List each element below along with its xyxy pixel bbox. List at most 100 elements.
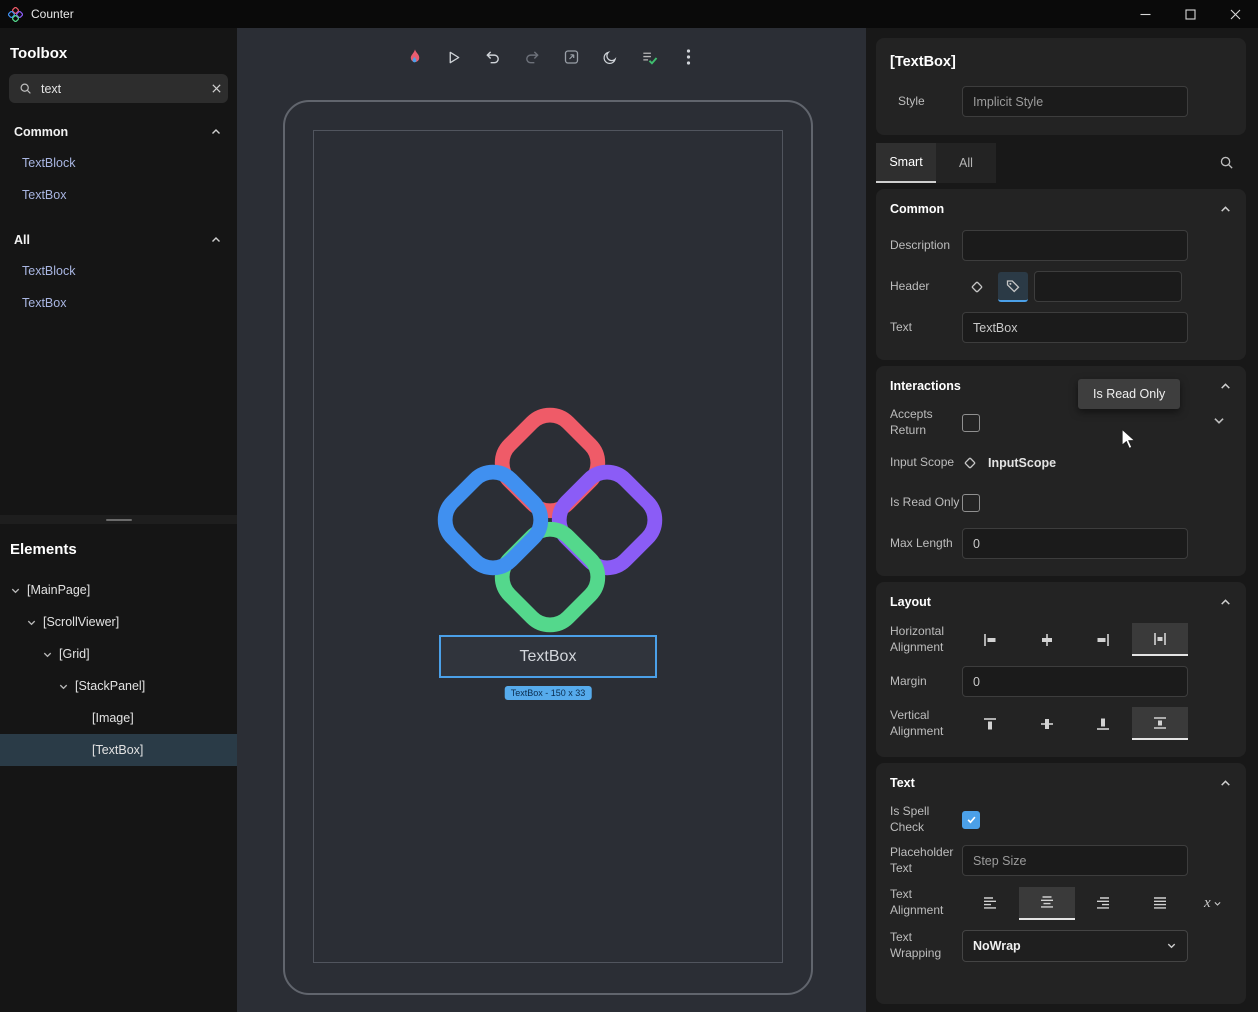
h-align-right-button[interactable] xyxy=(1075,623,1132,656)
tree-item-grid[interactable]: [Grid] xyxy=(0,638,237,670)
minimize-button[interactable] xyxy=(1123,0,1168,28)
maximize-button[interactable] xyxy=(1168,0,1213,28)
margin-label: Margin xyxy=(890,674,962,690)
search-icon xyxy=(19,82,32,95)
text-alignment-label: Text Alignment xyxy=(890,887,962,918)
inspector-tabs: Smart All xyxy=(876,143,1246,183)
margin-input[interactable] xyxy=(962,666,1188,697)
hot-reload-status-icon[interactable] xyxy=(636,44,662,70)
v-align-bottom-button[interactable] xyxy=(1075,707,1132,740)
design-canvas[interactable]: TextBox TextBox - 150 x 33 xyxy=(237,28,866,1012)
toolbox-search-input[interactable] xyxy=(41,82,202,96)
canvas-textbox-element[interactable]: TextBox xyxy=(439,635,657,678)
text-wrapping-value: NoWrap xyxy=(973,939,1021,953)
text-wrapping-dropdown[interactable]: NoWrap xyxy=(962,930,1188,962)
binding-diamond-icon[interactable] xyxy=(962,455,978,471)
text-align-left-button[interactable] xyxy=(962,887,1019,920)
elements-panel: Elements [MainPage] [ScrollViewer] [Grid… xyxy=(0,524,237,766)
is-read-only-tooltip-button[interactable]: Is Read Only xyxy=(1078,379,1180,409)
inspect-element-icon[interactable] xyxy=(558,44,584,70)
tree-item-mainpage[interactable]: [MainPage] xyxy=(0,574,237,606)
chevron-down-icon[interactable] xyxy=(10,585,21,596)
text-align-center-button[interactable] xyxy=(1019,887,1076,920)
inspector-header-card: [TextBox] Style xyxy=(876,38,1246,135)
clear-search-icon[interactable] xyxy=(211,83,222,94)
section-interactions-title: Interactions xyxy=(890,379,961,393)
text-input[interactable] xyxy=(962,312,1188,343)
toolbox-section-common[interactable]: Common xyxy=(0,117,237,147)
chevron-down-icon[interactable] xyxy=(42,649,53,660)
section-text: Text Is Spell Check Placeholder Text Tex… xyxy=(876,763,1246,1004)
canvas-toolbar xyxy=(402,44,701,70)
description-label: Description xyxy=(890,238,962,254)
accepts-return-checkbox[interactable] xyxy=(962,414,980,432)
tab-all[interactable]: All xyxy=(936,143,996,183)
description-input[interactable] xyxy=(962,230,1188,261)
row-expander-chevron-down-icon[interactable] xyxy=(1212,414,1226,428)
is-read-only-checkbox[interactable] xyxy=(962,494,980,512)
toolbox-item-textblock[interactable]: TextBlock xyxy=(0,255,237,287)
placeholder-text-label: Placeholder Text xyxy=(890,845,962,876)
app-logo-image xyxy=(432,400,668,640)
chevron-up-icon[interactable] xyxy=(210,234,222,246)
window-title: Counter xyxy=(31,7,74,21)
toolbox-item-textbox[interactable]: TextBox xyxy=(0,287,237,319)
h-align-center-button[interactable] xyxy=(1019,623,1076,656)
tag-icon[interactable] xyxy=(998,272,1028,302)
v-align-top-button[interactable] xyxy=(962,707,1019,740)
more-options-icon[interactable] xyxy=(675,44,701,70)
text-align-right-button[interactable] xyxy=(1075,887,1132,920)
vertical-alignment-group xyxy=(962,707,1188,740)
placeholder-text-input[interactable] xyxy=(962,845,1188,876)
text-align-justify-button[interactable] xyxy=(1132,887,1189,920)
v-align-stretch-button[interactable] xyxy=(1132,707,1189,740)
chevron-down-icon[interactable] xyxy=(58,681,69,692)
tree-item-scrollviewer[interactable]: [ScrollViewer] xyxy=(0,606,237,638)
h-align-left-button[interactable] xyxy=(962,623,1019,656)
chevron-up-icon[interactable] xyxy=(1219,777,1232,790)
close-button[interactable] xyxy=(1213,0,1258,28)
section-common: Common Description Header xyxy=(876,189,1246,360)
panel-splitter[interactable] xyxy=(0,515,237,524)
toolbox-search[interactable] xyxy=(9,74,228,103)
toolbox-section-common-label: Common xyxy=(14,125,68,139)
chevron-up-icon[interactable] xyxy=(1219,203,1232,216)
chevron-down-icon[interactable] xyxy=(26,617,37,628)
toolbox-item-textblock[interactable]: TextBlock xyxy=(0,147,237,179)
toolbox-section-all[interactable]: All xyxy=(0,225,237,255)
style-input[interactable] xyxy=(962,86,1188,117)
chevron-up-icon[interactable] xyxy=(1219,380,1232,393)
chevron-up-icon[interactable] xyxy=(1219,596,1232,609)
spell-check-label: Is Spell Check xyxy=(890,804,962,835)
tree-item-image[interactable]: [Image] xyxy=(0,702,237,734)
tab-smart[interactable]: Smart xyxy=(876,143,936,183)
h-align-stretch-button[interactable] xyxy=(1132,623,1189,656)
section-interactions: Interactions Accepts Return Input Scope … xyxy=(876,366,1246,576)
max-length-label: Max Length xyxy=(890,536,962,552)
vertical-alignment-label: Vertical Alignment xyxy=(890,708,962,739)
chevron-up-icon[interactable] xyxy=(210,126,222,138)
input-scope-value[interactable]: InputScope xyxy=(988,456,1056,470)
left-sidebar: Toolbox Common TextBlock TextBox All xyxy=(0,28,237,1012)
selection-size-badge: TextBox - 150 x 33 xyxy=(505,686,592,700)
spell-check-checkbox[interactable] xyxy=(962,811,980,829)
tree-item-label: [MainPage] xyxy=(27,583,90,597)
tree-item-label: [Grid] xyxy=(59,647,90,661)
tree-item-textbox[interactable]: [TextBox] xyxy=(0,734,237,766)
binding-diamond-icon[interactable] xyxy=(962,272,992,302)
hot-design-flame-icon[interactable] xyxy=(402,44,428,70)
x-expression-dropdown[interactable]: x xyxy=(1204,895,1246,912)
undo-icon[interactable] xyxy=(480,44,506,70)
theme-moon-icon[interactable] xyxy=(597,44,623,70)
properties-search-icon[interactable] xyxy=(1219,155,1234,170)
header-input[interactable] xyxy=(1034,271,1182,302)
toolbox-item-textbox[interactable]: TextBox xyxy=(0,179,237,211)
v-align-center-button[interactable] xyxy=(1019,707,1076,740)
max-length-input[interactable] xyxy=(962,528,1188,559)
header-label: Header xyxy=(890,279,962,295)
app-window: Counter Toolbox xyxy=(0,0,1258,1012)
play-icon[interactable] xyxy=(441,44,467,70)
section-layout: Layout Horizontal Alignment xyxy=(876,582,1246,757)
tree-item-stackpanel[interactable]: [StackPanel] xyxy=(0,670,237,702)
redo-icon[interactable] xyxy=(519,44,545,70)
